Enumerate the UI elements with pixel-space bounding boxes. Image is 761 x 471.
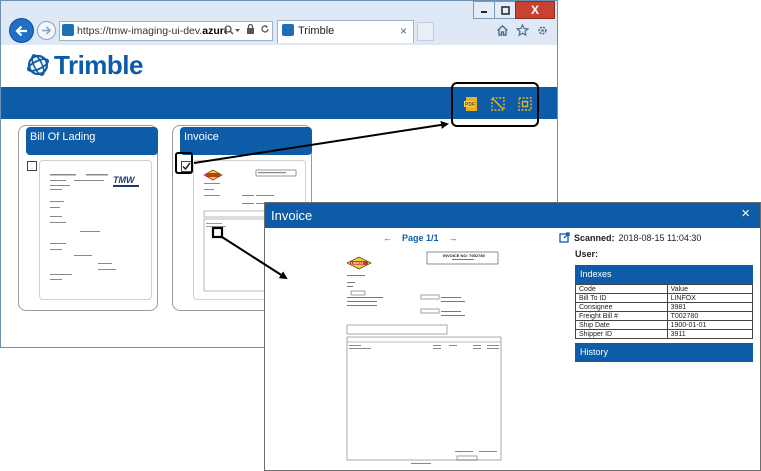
site-favicon — [62, 24, 74, 36]
bill-of-lading-thumbnail-image: TMW — [50, 174, 139, 280]
index-code: Freight Bill # — [575, 311, 668, 321]
index-code: Bill To ID — [575, 293, 668, 303]
window-close-icon: X — [530, 3, 539, 17]
actions-highlight-box — [451, 82, 539, 127]
forward-button[interactable] — [37, 21, 56, 40]
index-value: LINFOX — [666, 293, 754, 303]
next-page-icon[interactable]: → — [449, 233, 458, 243]
index-value: 1900-01-01 — [666, 320, 754, 330]
index-value: 3911 — [666, 329, 754, 339]
table-row: Shipper ID 3911 — [575, 329, 754, 339]
invoice-info-panel: Scanned: 2018-08-15 11:04:30 User: Index… — [559, 232, 757, 362]
prev-page-icon[interactable]: ← — [383, 233, 392, 243]
settings-gear-icon[interactable] — [535, 23, 549, 37]
index-value: 3981 — [666, 302, 754, 312]
logo-text: Trimble — [54, 49, 143, 80]
indexes-table: Code Value Bill To ID LINFOX Consignee 398… — [575, 284, 754, 339]
trimble-logo: Trimble — [26, 49, 143, 81]
modal-close-icon[interactable]: × — [741, 205, 750, 222]
lock-icon — [246, 23, 254, 34]
open-external-icon[interactable] — [559, 232, 570, 243]
dropdown-icon[interactable] — [234, 27, 241, 34]
arrow-right-icon — [42, 26, 52, 35]
scanned-label: Scanned: — [574, 232, 615, 243]
maximize-button[interactable] — [494, 1, 516, 19]
page-indicator: Page 1/1 — [402, 233, 439, 243]
table-row: Consignee 3981 — [575, 302, 754, 312]
browser-tab[interactable]: Trimble × — [277, 20, 414, 43]
document-card-bill-of-lading[interactable]: Bill Of Lading TMW — [18, 125, 158, 311]
document-card-title: Bill Of Lading — [26, 127, 158, 155]
address-bar[interactable]: https://tmw-imaging-ui-dev.azurewe... — [59, 21, 273, 41]
svg-text:INVOICE NO: T002780: INVOICE NO: T002780 — [443, 253, 486, 258]
table-header-row: Code Value — [575, 284, 754, 294]
index-code: Ship Date — [575, 320, 668, 330]
table-row: Bill To ID LINFOX — [575, 293, 754, 303]
arrow-left-icon — [14, 25, 27, 36]
scanned-value: 2018-08-15 11:04:30 — [618, 232, 702, 243]
document-card-title: Invoice — [180, 127, 312, 155]
favorites-star-icon[interactable] — [515, 23, 529, 37]
tab-close-icon[interactable]: × — [400, 21, 407, 42]
invoice-modal: Invoice × ← Page 1/1 → LINFOX INVOICE NO… — [264, 202, 761, 471]
new-tab-button[interactable] — [417, 22, 434, 41]
column-header-value: Value — [666, 284, 754, 294]
browser-toolbar: https://tmw-imaging-ui-dev.azurewe... Tr… — [1, 1, 557, 45]
maximize-icon — [500, 5, 510, 15]
index-value: T002780 — [666, 311, 754, 321]
back-button[interactable] — [9, 18, 34, 43]
modal-header: Invoice — [265, 203, 760, 228]
tab-title: Trimble — [298, 25, 335, 37]
browser-icons — [495, 23, 549, 37]
svg-text:LINFOX: LINFOX — [351, 261, 364, 265]
table-row: Freight Bill # T002780 — [575, 311, 754, 321]
table-row: Ship Date 1900-01-01 — [575, 320, 754, 330]
stage: { "browser": { "url_prefix": "https://tm… — [0, 0, 761, 471]
history-header[interactable]: History — [575, 343, 753, 362]
pager: ← Page 1/1 → — [383, 233, 503, 243]
document-checkbox[interactable] — [27, 161, 37, 171]
checkbox-highlight-box — [175, 152, 193, 174]
index-code: Consignee — [575, 302, 668, 312]
invoice-preview: LINFOX INVOICE NO: T002780 — [345, 251, 504, 466]
trimble-globe-icon — [26, 54, 50, 76]
url-text: https://tmw-imaging-ui-dev.azurewe... — [77, 25, 227, 37]
invoice-document-image: LINFOX INVOICE NO: T002780 — [346, 251, 502, 464]
minimize-button[interactable] — [473, 1, 495, 19]
svg-text:TMW: TMW — [113, 175, 136, 185]
document-thumbnail[interactable]: TMW — [39, 160, 152, 300]
window-close-button[interactable]: X — [515, 1, 555, 19]
column-header-code: Code — [575, 284, 668, 294]
search-icon[interactable] — [224, 25, 234, 35]
minimize-icon — [481, 11, 487, 13]
window-controls: X — [473, 1, 555, 19]
index-code: Shipper ID — [575, 329, 668, 339]
scanned-row: Scanned: 2018-08-15 11:04:30 — [559, 232, 757, 243]
tab-favicon — [282, 24, 294, 36]
home-icon[interactable] — [495, 23, 509, 37]
indexes-header[interactable]: Indexes — [575, 265, 753, 284]
refresh-icon[interactable] — [260, 24, 270, 34]
user-label: User: — [575, 249, 599, 259]
modal-title: Invoice — [271, 208, 313, 223]
address-tools — [224, 22, 270, 40]
